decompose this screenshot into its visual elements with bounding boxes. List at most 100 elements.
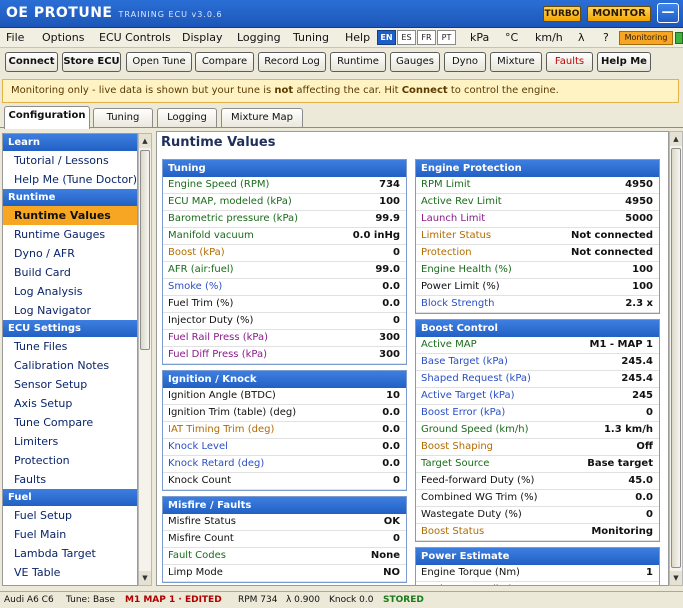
gauges-button[interactable]: Gauges [390,52,440,72]
unit-lambda[interactable]: λ [578,31,585,44]
sidebar-scroll-thumb[interactable] [140,150,150,350]
main-scroll-up-icon[interactable]: ▲ [670,132,682,146]
lang-en[interactable]: EN [377,30,396,45]
value-row: Block Strength 2.3 x [416,296,659,313]
connect-button[interactable]: Connect [5,52,58,72]
sidebar-item-log-navigator[interactable]: Log Navigator [3,301,137,320]
unit-temp[interactable]: °C [505,31,518,44]
value-row: Knock Retard (deg) 0.0 [163,456,406,473]
sidebar-item-dyno-afr[interactable]: Dyno / AFR [3,244,137,263]
status-led-icon [675,32,683,44]
value-reading: Not connected [571,230,653,241]
compare-button[interactable]: Compare [195,52,254,72]
sidebar-item-faults[interactable]: Faults [3,470,137,489]
sidebar-item-protection[interactable]: Protection [3,451,137,470]
value-label: Misfire Count [168,533,234,544]
app-title: OE PROTUNE [6,5,113,21]
value-reading: 99.9 [375,213,400,224]
monitor-badge[interactable]: MONITOR [587,6,651,22]
main-scroll-down-icon[interactable]: ▼ [670,571,682,585]
faults-button[interactable]: Faults [546,52,593,72]
value-row: Active Rev Limit 4950 [416,194,659,211]
lang-fr[interactable]: FR [417,30,436,45]
value-reading: NO [383,567,400,578]
value-reading: 0 [646,582,653,585]
runtime-button[interactable]: Runtime [330,52,386,72]
sidebar-item-runtime-values[interactable]: Runtime Values [3,206,137,225]
sidebar-item-fuel-setup[interactable]: Fuel Setup [3,506,137,525]
sidebar-section-ecu-settings[interactable]: ECU Settings [3,320,137,337]
store-ecu-button[interactable]: Store ECU [62,52,121,72]
sidebar-item-calibration-notes[interactable]: Calibration Notes [3,356,137,375]
menu-display[interactable]: Display [182,31,223,44]
tab-tuning[interactable]: Tuning [93,108,153,128]
main-tabs: Configuration Tuning Logging Mixture Map [0,106,683,129]
sidebar-item-limiters[interactable]: Limiters [3,432,137,451]
sidebar-section-learn[interactable]: Learn [3,134,137,151]
menu-logging[interactable]: Logging [237,31,281,44]
record-log-button[interactable]: Record Log [258,52,326,72]
menu-help[interactable]: Help [345,31,370,44]
open-tune-button[interactable]: Open Tune [126,52,192,72]
sidebar-item-lambda-target[interactable]: Lambda Target [3,544,137,563]
sidebar-item-ve-table[interactable]: VE Table [3,563,137,582]
main-scrollbar[interactable]: ▲ ▼ [669,131,683,586]
mixture-button[interactable]: Mixture [490,52,542,72]
sidebar-item-axis-setup[interactable]: Axis Setup [3,394,137,413]
value-label: Ignition Angle (BTDC) [168,390,276,401]
sidebar-item-tune-compare[interactable]: Tune Compare [3,413,137,432]
lang-pt[interactable]: PT [437,30,456,45]
runtime-values-panel: Runtime Values Tuning Engine Speed (RPM) 7… [156,131,669,586]
menu-options[interactable]: Options [42,31,84,44]
value-reading: 45.0 [628,475,653,486]
unit-speed[interactable]: km/h [535,31,563,44]
menu-ecu-controls[interactable]: ECU Controls [99,31,171,44]
minimize-button[interactable]: — [657,3,679,23]
value-row: Fuel Diff Press (kPa) 300 [163,347,406,364]
value-reading: 0.0 inHg [352,230,400,241]
sidebar-item-help-me-tune-doctor[interactable]: Help Me (Tune Doctor) [3,170,137,189]
value-label: Active Target (kPa) [421,390,515,401]
turbo-badge[interactable]: TURBO [543,6,581,22]
sidebar-section-fuel[interactable]: Fuel [3,489,137,506]
lang-es[interactable]: ES [397,30,416,45]
main-scroll-thumb[interactable] [671,148,681,568]
value-row: Injector Duty (%) 0 [163,313,406,330]
sidebar-item-log-analysis[interactable]: Log Analysis [3,282,137,301]
panel-power-estimate: Power EstimateEngine Torque (Nm)1Engine … [415,547,660,585]
help-icon[interactable]: ? [603,31,609,44]
value-reading: 0 [393,315,400,326]
dyno-button[interactable]: Dyno [444,52,486,72]
unit-pressure[interactable]: kPa [470,31,489,44]
help-me-button[interactable]: Help Me [597,52,651,72]
value-row: RPM Limit 4950 [416,177,659,194]
menu-bar: File Options ECU Controls Display Loggin… [0,28,683,48]
scroll-up-icon[interactable]: ▲ [139,134,151,148]
sidebar-item-runtime-gauges[interactable]: Runtime Gauges [3,225,137,244]
value-row: Engine Torque (Nm) 1 [416,565,659,582]
menu-file[interactable]: File [6,31,24,44]
tab-logging[interactable]: Logging [157,108,217,128]
value-label: Active MAP [421,339,477,350]
sidebar-item-tutorial-lessons[interactable]: Tutorial / Lessons [3,151,137,170]
sidebar-scrollbar[interactable]: ▲ ▼ [138,133,152,586]
sidebar-nav: Learn Tutorial / Lessons Help Me (Tune Doc… [2,133,138,586]
sidebar-item-tune-files[interactable]: Tune Files [3,337,137,356]
menu-tuning[interactable]: Tuning [293,31,329,44]
sidebar-section-runtime[interactable]: Runtime [3,189,137,206]
value-label: Power Limit (%) [421,281,500,292]
value-row: Target Source Base target [416,456,659,473]
value-reading: 0.0 [382,424,400,435]
sidebar-item-fuel-main[interactable]: Fuel Main [3,525,137,544]
value-label: Fuel Diff Press (kPa) [168,349,267,360]
tab-configuration[interactable]: Configuration [4,106,90,129]
value-reading: 0.0 [382,298,400,309]
value-reading: 0.0 [382,441,400,452]
value-reading: Off [636,441,653,452]
status-knock: Knock 0.0 [329,595,374,605]
tab-mixture-map[interactable]: Mixture Map [221,108,303,128]
sidebar-item-build-card[interactable]: Build Card [3,263,137,282]
scroll-down-icon[interactable]: ▼ [139,571,151,585]
value-reading: 1.3 km/h [603,424,653,435]
sidebar-item-sensor-setup[interactable]: Sensor Setup [3,375,137,394]
